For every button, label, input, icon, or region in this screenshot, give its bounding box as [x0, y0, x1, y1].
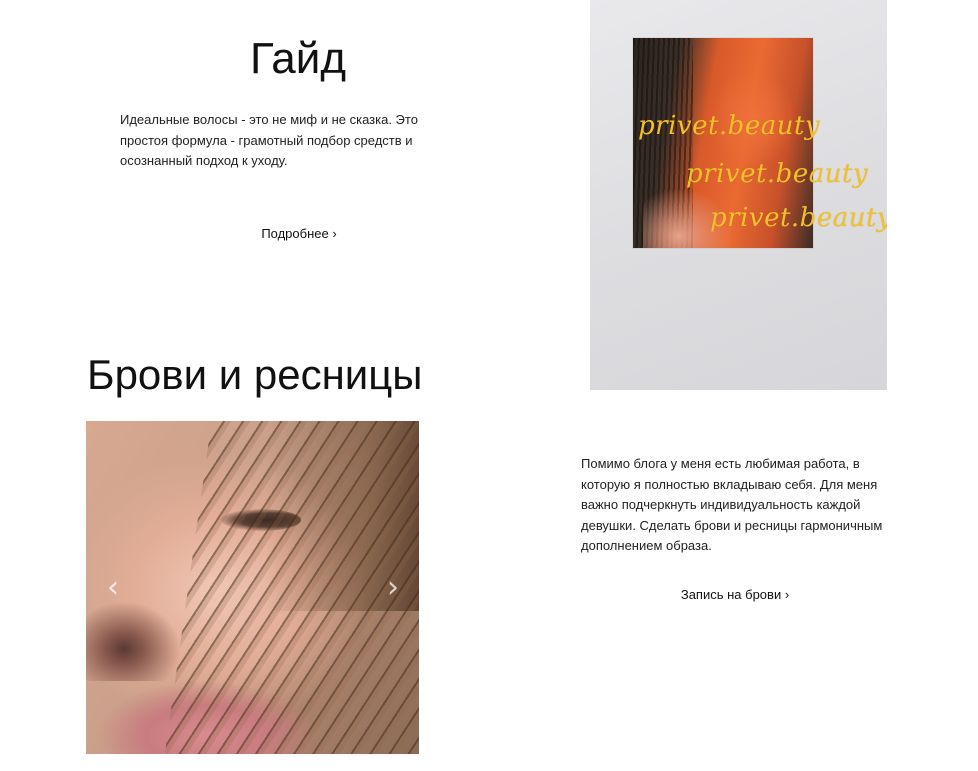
guide-title: Гайд: [249, 34, 347, 83]
slide-photo-detail: [86, 601, 181, 681]
guide-description: Идеальные волосы - это не миф и не сказк…: [120, 112, 418, 168]
watermark-text: privet.beauty: [638, 111, 821, 141]
brows-title: Брови и ресницы: [87, 351, 423, 398]
watermark-text: privet.beauty: [686, 159, 869, 189]
brows-description: Помимо блога у меня есть любимая работа,…: [581, 456, 883, 553]
guide-more-link[interactable]: Подробнее ›: [240, 225, 358, 243]
brows-slider: ‹ ›: [86, 421, 419, 754]
guide-photo: privet.beauty privet.beauty privet.beaut…: [590, 0, 887, 390]
chevron-right-icon[interactable]: ›: [378, 568, 408, 608]
watermark-text: privet.beauty: [710, 203, 887, 233]
brows-booking-link[interactable]: Запись на брови ›: [665, 586, 805, 604]
chevron-left-icon[interactable]: ‹: [98, 568, 128, 608]
